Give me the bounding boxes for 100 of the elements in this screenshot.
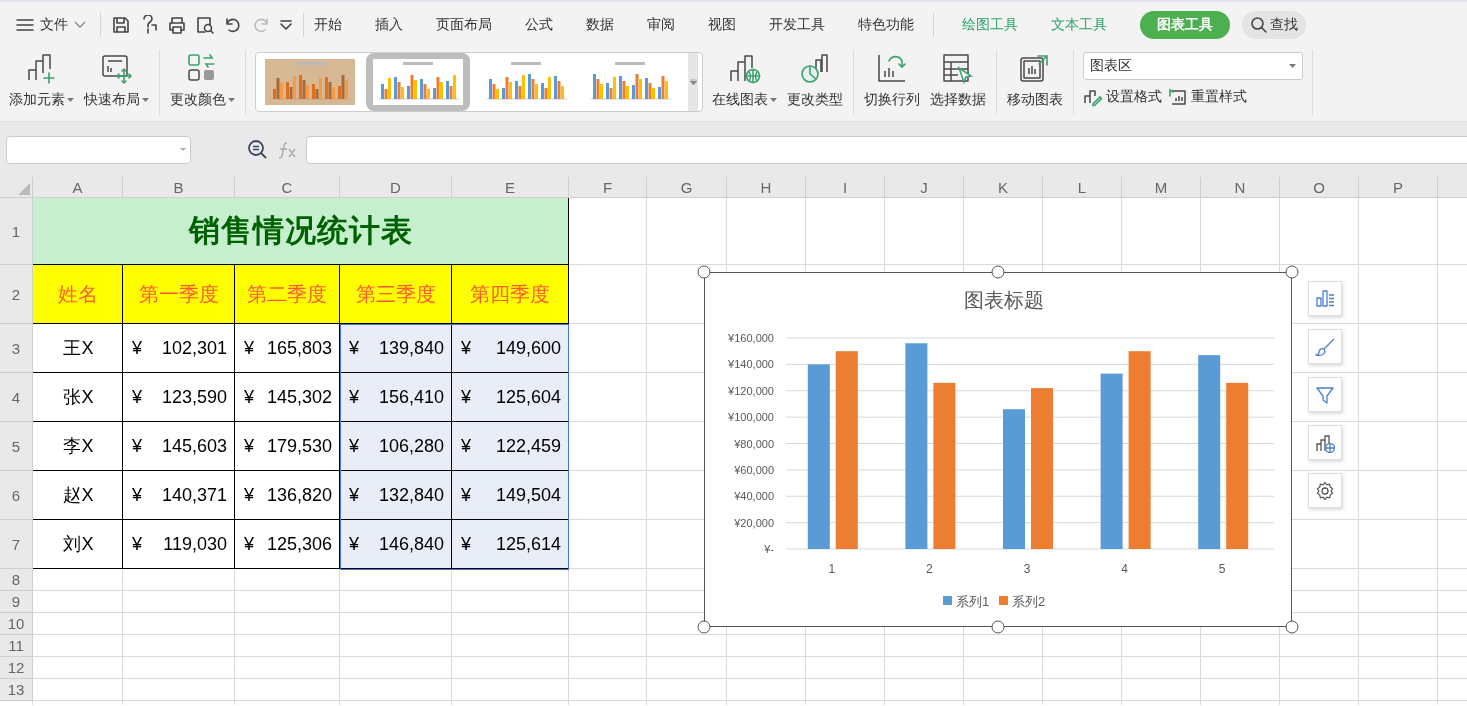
chart-style-option[interactable]: [366, 53, 470, 111]
amount-text: 145,302: [266, 386, 332, 408]
ribbon-tab[interactable]: 视图: [708, 12, 736, 38]
row-header[interactable]: 3: [0, 324, 33, 373]
ribbon-tab[interactable]: 插入: [375, 12, 403, 38]
resize-handle[interactable]: [1285, 265, 1299, 279]
axis-label: 1: [828, 562, 836, 576]
ribbon-button[interactable]: 选择数据: [925, 50, 991, 121]
ribbon-tab[interactable]: 审阅: [647, 12, 675, 38]
column-header[interactable]: L: [1043, 177, 1122, 198]
ribbon-tab[interactable]: 公式: [525, 12, 553, 38]
ribbon-tab[interactable]: 特色功能: [858, 12, 914, 38]
chart-tool-button[interactable]: [1308, 425, 1342, 460]
chart-area[interactable]: 图表标题 ¥- ¥20,000 ¥40,000 ¥60,000 ¥80,000 ¥100,000 ¥120,000 ¥140,000 ¥160,000 1 2 3 4 5 系列1 系列2: [704, 272, 1292, 627]
resize-handle[interactable]: [991, 265, 1005, 279]
chart-tool-button[interactable]: [1308, 377, 1342, 412]
ribbon-button[interactable]: 更改类型: [782, 50, 848, 121]
ribbon-tab[interactable]: 开始: [314, 12, 342, 38]
table-cell: 赵X: [33, 471, 123, 520]
ribbon-button[interactable]: 添加元素: [4, 50, 79, 121]
column-header[interactable]: H: [727, 177, 806, 198]
ribbon-tab[interactable]: 开发工具: [769, 12, 825, 38]
row-header[interactable]: 7: [0, 520, 33, 569]
column-header[interactable]: N: [1201, 177, 1280, 198]
ribbon-button[interactable]: 更改颜色: [165, 50, 240, 121]
amount-text: 145,603: [161, 435, 227, 457]
currency-sign: ¥: [461, 435, 471, 457]
column-header[interactable]: E: [452, 177, 569, 198]
row-header[interactable]: 1: [0, 198, 33, 265]
currency-sign: ¥: [461, 337, 471, 359]
ribbon-button[interactable]: 切换行列: [859, 50, 925, 121]
chart-style-option[interactable]: [262, 57, 358, 107]
currency-sign: ¥: [244, 386, 254, 408]
table-cell: 张X: [33, 373, 123, 422]
row-header[interactable]: 10: [0, 613, 33, 635]
formula-input[interactable]: [306, 135, 1467, 164]
resize-handle[interactable]: [697, 620, 711, 634]
column-header[interactable]: A: [33, 177, 123, 198]
row-header[interactable]: 6: [0, 471, 33, 520]
table-cell: 李X: [33, 422, 123, 471]
ribbon-button[interactable]: 移动图表: [1002, 50, 1068, 121]
row-header[interactable]: 5: [0, 422, 33, 471]
zoom-icon[interactable]: [247, 138, 269, 161]
axis-label: ¥-: [764, 543, 774, 555]
legend-label: 系列1: [956, 594, 990, 609]
row-header[interactable]: 11: [0, 635, 33, 657]
ribbon-button[interactable]: 重置样式: [1168, 87, 1247, 107]
ribbon-button[interactable]: 快速布局: [79, 50, 154, 121]
ribbon-tab[interactable]: 文本工具: [1051, 12, 1107, 38]
row-header[interactable]: 4: [0, 373, 33, 422]
currency-sign: ¥: [461, 484, 471, 506]
chart-element-select[interactable]: 图表区: [1083, 52, 1303, 80]
column-header[interactable]: B: [123, 177, 235, 198]
column-header[interactable]: M: [1122, 177, 1201, 198]
undo-icon[interactable]: [223, 15, 243, 35]
column-header[interactable]: J: [885, 177, 964, 198]
more-icon[interactable]: [279, 18, 293, 32]
ribbon-tab[interactable]: 数据: [586, 12, 614, 38]
quick-layout-icon: [99, 52, 134, 86]
print-icon[interactable]: [167, 15, 187, 35]
save-icon[interactable]: [111, 15, 131, 35]
column-header[interactable]: C: [235, 177, 340, 198]
amount-text: 179,530: [266, 435, 332, 457]
row-header[interactable]: 9: [0, 591, 33, 613]
resize-handle[interactable]: [1285, 620, 1299, 634]
row-header[interactable]: 8: [0, 569, 33, 591]
ribbon-button[interactable]: 在线图表: [707, 50, 782, 121]
amount-text: 123,590: [161, 386, 227, 408]
file-menu[interactable]: 文件: [12, 12, 90, 38]
print-preview-icon[interactable]: [195, 15, 215, 35]
axis-label: ¥60,000: [734, 463, 774, 476]
amount-text: 149,504: [495, 484, 561, 506]
ribbon-button[interactable]: 设置格式: [1083, 87, 1162, 107]
axis-label: ¥140,000: [728, 358, 774, 371]
chart-tool-button[interactable]: [1308, 473, 1342, 508]
chart-title: 图表标题: [964, 289, 1044, 311]
column-header[interactable]: F: [569, 177, 647, 198]
row-header[interactable]: 12: [0, 657, 33, 679]
amount-text: 136,820: [266, 484, 332, 506]
ribbon-tab[interactable]: 绘图工具: [962, 12, 1018, 38]
resize-handle[interactable]: [697, 265, 711, 279]
row-header[interactable]: 2: [0, 265, 33, 324]
chart-elements-icon: [1315, 288, 1335, 309]
column-header[interactable]: G: [647, 177, 727, 198]
currency-sign: ¥: [132, 337, 142, 359]
axis-label: ¥20,000: [734, 516, 774, 529]
column-header[interactable]: K: [964, 177, 1043, 198]
currency-sign: ¥: [244, 337, 254, 359]
caret-icon: [180, 148, 186, 151]
search-button[interactable]: 查找: [1242, 11, 1306, 39]
ribbon-tab[interactable]: 图表工具: [1140, 11, 1230, 39]
chart-tool-button[interactable]: [1308, 329, 1342, 364]
column-header[interactable]: I: [806, 177, 885, 198]
column-header[interactable]: O: [1280, 177, 1359, 198]
row-header[interactable]: 13: [0, 679, 33, 701]
column-header[interactable]: P: [1359, 177, 1438, 198]
ribbon-tab[interactable]: 页面布局: [436, 12, 492, 38]
amount-text: 140,371: [161, 484, 227, 506]
column-header[interactable]: D: [340, 177, 452, 198]
amount-text: 125,614: [495, 533, 561, 555]
